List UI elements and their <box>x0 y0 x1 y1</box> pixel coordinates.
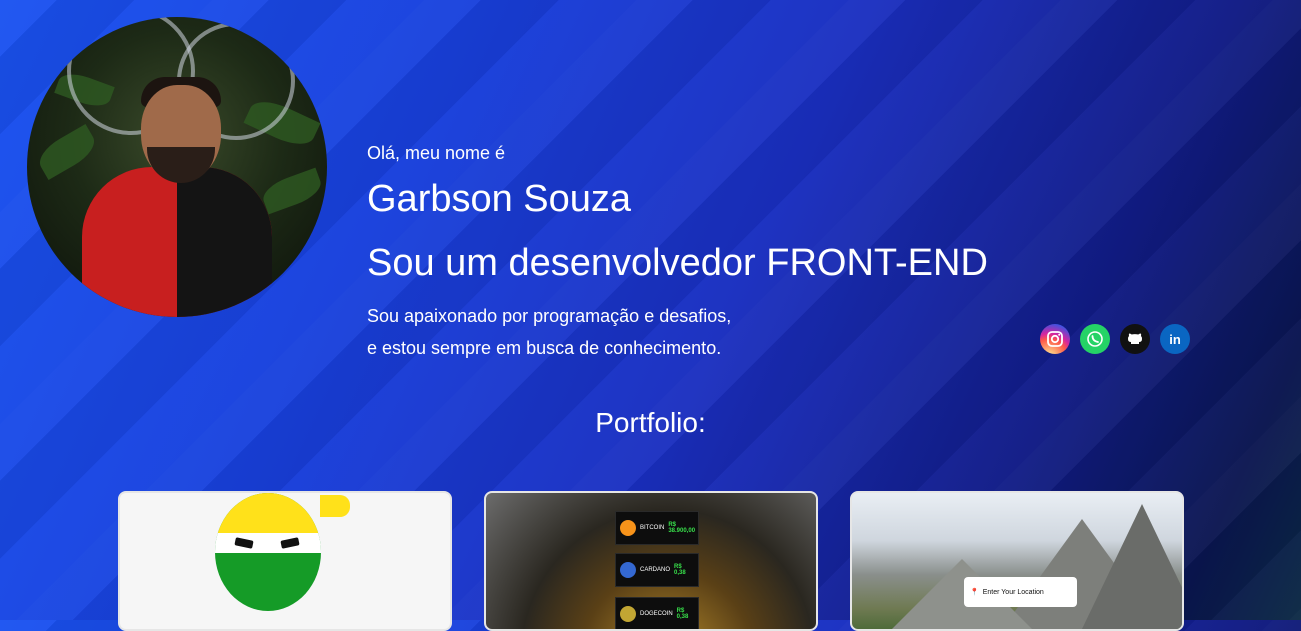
location-search-box[interactable]: 📍 Enter Your Location <box>964 577 1077 607</box>
github-link[interactable] <box>1120 324 1150 354</box>
bio-line-1: Sou apaixonado por programação e desafio… <box>367 306 732 326</box>
location-input[interactable]: Enter Your Location <box>983 589 1044 596</box>
bitcoin-icon <box>620 520 636 536</box>
instagram-icon <box>1047 331 1063 347</box>
crypto-row: CARDANO R$ 0,38 <box>615 553 699 587</box>
portfolio-title: Portfolio: <box>595 407 706 438</box>
github-icon <box>1125 329 1145 349</box>
intro-text: Olá, meu nome é <box>367 143 506 163</box>
portfolio-card-ninja[interactable] <box>118 491 452 631</box>
whatsapp-link[interactable] <box>1080 324 1110 354</box>
whatsapp-icon <box>1087 331 1103 347</box>
profile-name: Garbson Souza <box>367 178 632 220</box>
ninja-logo-icon <box>215 493 321 611</box>
location-pin-icon: 📍 <box>970 589 979 596</box>
instagram-link[interactable] <box>1040 324 1070 354</box>
crypto-row: BITCOIN R$ 38.900,00 <box>615 511 699 545</box>
profile-bio: Sou apaixonado por programação e desafio… <box>367 300 731 364</box>
portfolio-card-weather[interactable]: 📍 Enter Your Location <box>850 491 1184 631</box>
portfolio-card-crypto[interactable]: BITCOIN R$ 38.900,00 CARDANO R$ 0,38 DOG… <box>484 491 818 631</box>
linkedin-link[interactable]: in <box>1160 324 1190 354</box>
linkedin-icon: in <box>1169 331 1181 347</box>
bio-line-2: e estou sempre em busca de conhecimento. <box>367 338 722 358</box>
crypto-row: DOGECOIN R$ 0,38 <box>615 597 699 629</box>
cardano-icon <box>620 562 636 578</box>
social-links: in <box>1040 324 1190 354</box>
profile-role: Sou um desenvolvedor FRONT-END <box>367 242 988 284</box>
profile-avatar <box>27 17 327 317</box>
